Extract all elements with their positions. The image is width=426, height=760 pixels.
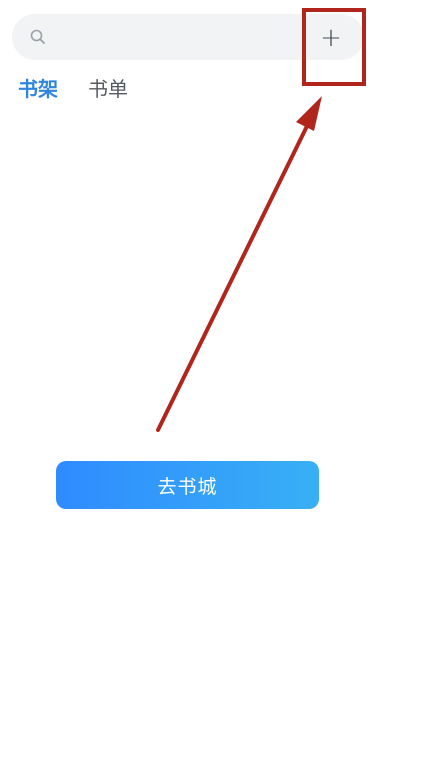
go-to-bookstore-button[interactable]: 去书城 — [56, 461, 319, 509]
search-icon — [30, 29, 45, 44]
tab-bookshelf[interactable]: 书架 — [18, 76, 58, 102]
add-button[interactable]: + — [300, 2, 362, 80]
tab-booklist[interactable]: 书单 — [88, 76, 128, 102]
annotation-arrow — [156, 96, 322, 432]
plus-icon: + — [320, 23, 342, 53]
tab-bar: 书架 书单 — [18, 76, 128, 102]
